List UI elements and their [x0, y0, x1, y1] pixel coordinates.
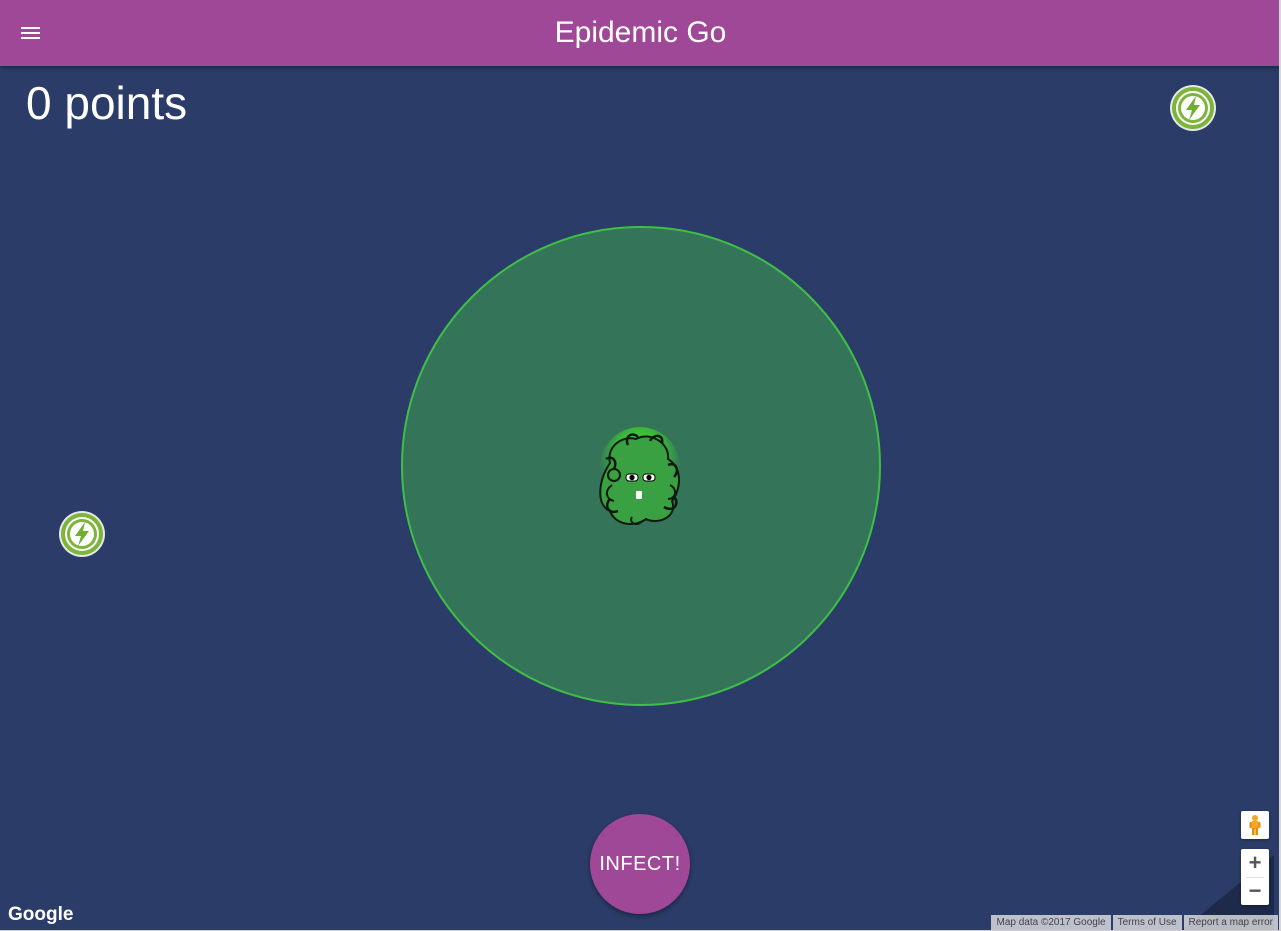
zoom-control: + − [1241, 849, 1269, 905]
zoom-out-button[interactable]: − [1241, 877, 1269, 905]
infect-button[interactable]: INFECT! [590, 814, 690, 914]
powerup-marker[interactable] [58, 510, 106, 558]
google-logo: Google [8, 904, 74, 925]
lightning-bolt-icon [59, 511, 105, 557]
app-title: Epidemic Go [554, 16, 727, 49]
zoom-in-button[interactable]: + [1241, 849, 1269, 877]
pegman-icon[interactable] [1241, 811, 1269, 839]
score-display: 0 points [26, 77, 188, 129]
map-attribution-bar: Map data ©2017 Google Terms of Use Repor… [989, 915, 1278, 930]
report-map-error-link[interactable]: Report a map error [1183, 915, 1278, 930]
app-header: Epidemic Go [0, 0, 1281, 66]
map-data-attribution: Map data ©2017 Google [991, 915, 1111, 930]
germ-avatar-icon[interactable] [588, 425, 690, 529]
lightning-bolt-icon [1170, 85, 1216, 131]
powerup-marker[interactable] [1169, 84, 1217, 132]
app-root: Epidemic Go 0 points INFECT! Google + − … [0, 0, 1281, 931]
terms-of-use-link[interactable]: Terms of Use [1112, 915, 1182, 930]
